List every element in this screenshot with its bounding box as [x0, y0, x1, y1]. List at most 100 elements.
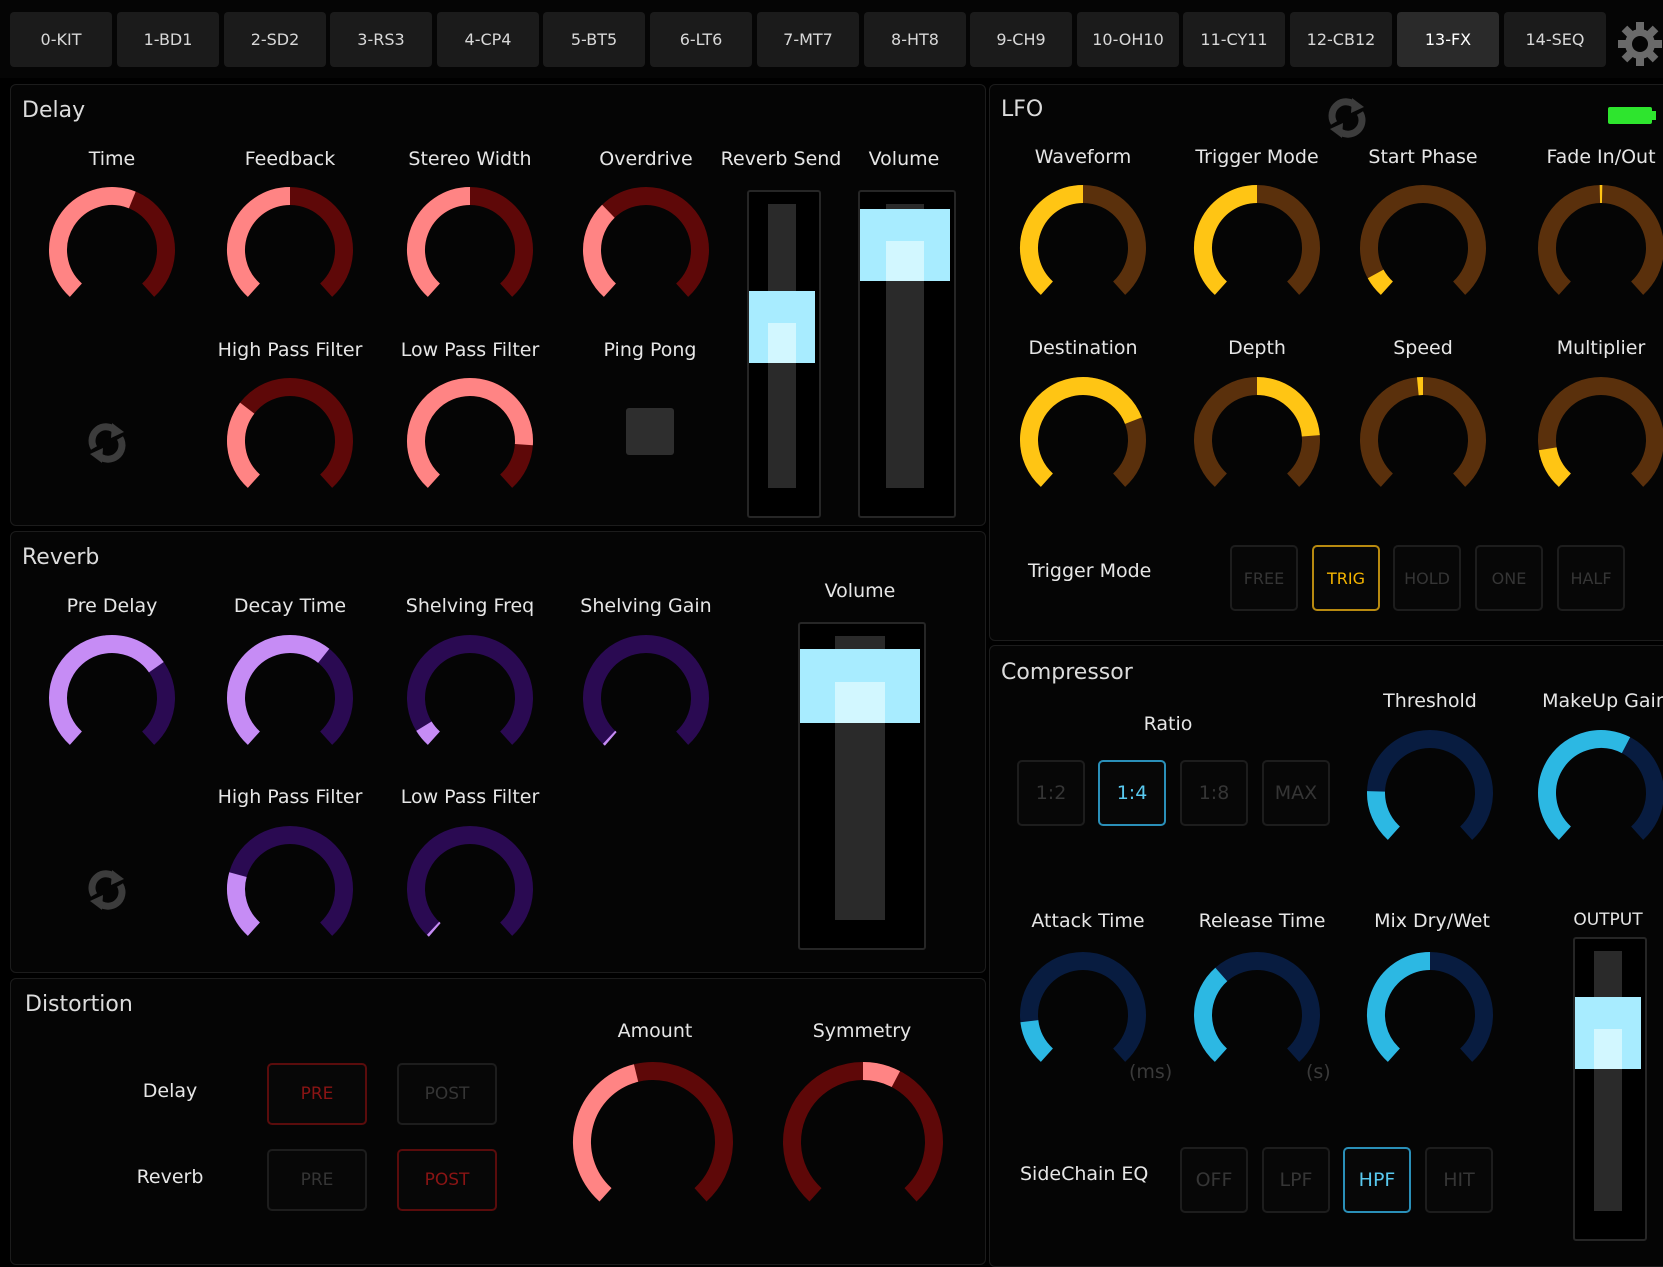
delay-low-pass-filter-knob[interactable]	[405, 376, 535, 506]
lfo-multiplier-knob[interactable]	[1536, 375, 1663, 505]
compressor-release-time-knob[interactable]	[1192, 950, 1322, 1080]
distortion-reverb-row-label: Reverb	[137, 1166, 204, 1188]
tab-7-mt7[interactable]: 7-MT7	[757, 12, 859, 67]
reverb-title: Reverb	[22, 545, 99, 570]
tab-10-oh10[interactable]: 10-OH10	[1077, 12, 1179, 67]
sidechain-hit-button[interactable]: HIT	[1425, 1147, 1493, 1213]
delay-overdrive-label: Overdrive	[599, 148, 692, 170]
distortion-delay-pre-button[interactable]: PRE	[267, 1063, 367, 1125]
compressor-output-slider[interactable]	[1573, 937, 1647, 1241]
compressor-mix-dry-wet-knob[interactable]	[1365, 950, 1495, 1080]
lfo-waveform-knob-value-arc	[1029, 194, 1083, 288]
ratio-1-2-button[interactable]: 1:2	[1017, 760, 1085, 826]
tab-4-cp4[interactable]: 4-CP4	[437, 12, 539, 67]
delay-reverb-send-slider-handle-grip	[768, 323, 796, 363]
lfo-depth-knob-value-arc	[1257, 386, 1311, 436]
distortion-amount-knob-value-arc	[582, 1073, 636, 1195]
tab-8-ht8[interactable]: 8-HT8	[864, 12, 966, 67]
tab-9-ch9[interactable]: 9-CH9	[970, 12, 1072, 67]
delay-overdrive-knob-value-arc	[592, 211, 610, 290]
delay-volume-slider-handle[interactable]	[860, 209, 950, 281]
compressor-mix-dry-wet-label: Mix Dry/Wet	[1374, 910, 1490, 932]
tab-13-fx[interactable]: 13-FX	[1397, 12, 1499, 67]
tab-2-sd2[interactable]: 2-SD2	[224, 12, 326, 67]
gear-icon[interactable]	[1617, 21, 1663, 67]
reverb-high-pass-filter-knob[interactable]	[225, 824, 355, 954]
reverb-high-pass-filter-label: High Pass Filter	[218, 786, 363, 808]
tab-11-cy11[interactable]: 11-CY11	[1183, 12, 1285, 67]
lfo-depth-knob[interactable]	[1192, 375, 1322, 505]
lfo-speed-label: Speed	[1393, 337, 1453, 359]
lfo-trigger-half-button[interactable]: HALF	[1557, 545, 1625, 611]
tab-14-seq[interactable]: 14-SEQ	[1504, 12, 1606, 67]
tab-5-bt5[interactable]: 5-BT5	[543, 12, 645, 67]
lfo-trigger-one-button[interactable]: ONE	[1475, 545, 1543, 611]
lfo-multiplier-knob-value-arc	[1548, 449, 1565, 480]
compressor-threshold-knob[interactable]	[1365, 728, 1495, 858]
lfo-trigger-free-button[interactable]: FREE	[1230, 545, 1298, 611]
lfo-destination-knob-value-arc	[1029, 386, 1133, 480]
compressor-output-slider-handle[interactable]	[1575, 997, 1641, 1069]
reverb-volume-label: Volume	[825, 580, 896, 602]
delay-reverb-send-slider-handle[interactable]	[749, 291, 815, 363]
reverb-pre-delay-knob[interactable]	[47, 633, 177, 763]
ratio-1-4-button[interactable]: 1:4	[1098, 760, 1166, 826]
delay-stereo-width-knob[interactable]	[405, 185, 535, 315]
lfo-trigger-mode-label: Trigger Mode	[1195, 146, 1318, 168]
lfo-start-phase-knob[interactable]	[1358, 183, 1488, 313]
compressor-output-label: OUTPUT	[1573, 910, 1642, 930]
sidechain-lpf-button[interactable]: LPF	[1262, 1147, 1330, 1213]
distortion-reverb-pre-button[interactable]: PRE	[267, 1149, 367, 1211]
ratio-max-button[interactable]: MAX	[1262, 760, 1330, 826]
lfo-waveform-knob[interactable]	[1018, 183, 1148, 313]
delay-feedback-knob-value-arc	[236, 196, 290, 290]
lfo-depth-label: Depth	[1228, 337, 1286, 359]
lfo-trigger-hold-button[interactable]: HOLD	[1393, 545, 1461, 611]
delay-feedback-knob[interactable]	[225, 185, 355, 315]
reverb-shelving-freq-knob[interactable]	[405, 633, 535, 763]
distortion-symmetry-label: Symmetry	[813, 1020, 912, 1042]
delay-randomize-icon[interactable]	[82, 418, 132, 468]
attack-time-unit-label: (ms)	[1129, 1061, 1172, 1083]
reverb-decay-time-knob[interactable]	[225, 633, 355, 763]
ratio-1-8-button[interactable]: 1:8	[1180, 760, 1248, 826]
reverb-randomize-icon[interactable]	[82, 865, 132, 915]
delay-high-pass-filter-knob[interactable]	[225, 376, 355, 506]
reverb-low-pass-filter-knob[interactable]	[405, 824, 535, 954]
lfo-speed-knob[interactable]	[1358, 375, 1488, 505]
lfo-trigger-trig-button[interactable]: TRIG	[1312, 545, 1380, 611]
sidechain-off-button[interactable]: OFF	[1180, 1147, 1248, 1213]
delay-overdrive-knob[interactable]	[581, 185, 711, 315]
sidechain-hpf-button[interactable]: HPF	[1343, 1147, 1411, 1213]
lfo-randomize-icon[interactable]	[1322, 93, 1372, 143]
lfo-fade-in-out-knob-track	[1547, 194, 1655, 288]
delay-ping-pong-label: Ping Pong	[604, 339, 697, 361]
lfo-title: LFO	[1001, 97, 1043, 122]
delay-volume-slider[interactable]	[858, 190, 956, 518]
tab-12-cb12[interactable]: 12-CB12	[1290, 12, 1392, 67]
compressor-makeup-gain-label: MakeUp Gain	[1542, 690, 1663, 712]
delay-time-knob[interactable]	[47, 185, 177, 315]
reverb-shelving-gain-knob[interactable]	[581, 633, 711, 763]
reverb-low-pass-filter-knob-track	[416, 835, 524, 929]
tab-6-lt6[interactable]: 6-LT6	[650, 12, 752, 67]
distortion-delay-post-button[interactable]: POST	[397, 1063, 497, 1125]
tab-3-rs3[interactable]: 3-RS3	[330, 12, 432, 67]
reverb-volume-slider-handle[interactable]	[800, 649, 920, 723]
reverb-volume-slider-handle-grip	[835, 682, 885, 723]
distortion-symmetry-knob[interactable]	[781, 1060, 945, 1224]
delay-reverb-send-slider[interactable]	[747, 190, 821, 518]
compressor-makeup-gain-knob[interactable]	[1536, 728, 1663, 858]
lfo-destination-knob[interactable]	[1018, 375, 1148, 505]
tab-1-bd1[interactable]: 1-BD1	[117, 12, 219, 67]
lfo-trigger-mode-knob[interactable]	[1192, 183, 1322, 313]
distortion-amount-knob[interactable]	[571, 1060, 735, 1224]
delay-volume-slider-handle-grip	[886, 241, 924, 281]
lfo-fade-in-out-knob[interactable]	[1536, 183, 1663, 313]
reverb-volume-slider[interactable]	[798, 622, 926, 950]
distortion-reverb-post-button[interactable]: POST	[397, 1149, 497, 1211]
distortion-symmetry-knob-track	[792, 1071, 934, 1195]
delay-stereo-width-knob-value-arc	[416, 196, 470, 290]
delay-ping-pong-toggle[interactable]	[626, 408, 674, 455]
tab-0-kit[interactable]: 0-KIT	[10, 12, 112, 67]
